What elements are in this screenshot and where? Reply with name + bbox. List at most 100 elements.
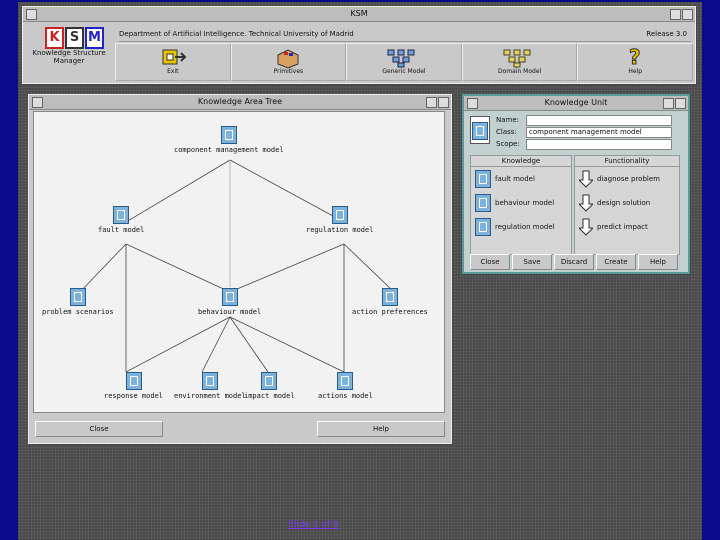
knowledge-unit-window: Knowledge Unit Name: Class: component ma… xyxy=(462,94,690,274)
kwin-discard-button[interactable]: Discard xyxy=(554,254,594,270)
functionality-item-label: design solution xyxy=(597,199,651,207)
main-toolbar: Exit Primitives Generic Model Domain Mod… xyxy=(115,43,693,81)
functionality-item-diagnose[interactable]: diagnose problem xyxy=(577,170,660,188)
tree-node-response[interactable]: response model xyxy=(104,372,163,400)
kwin-maximize-button[interactable] xyxy=(675,98,686,109)
main-window-title: KSM xyxy=(350,9,368,18)
tree-node-root[interactable]: component management model xyxy=(174,126,284,154)
ksm-logo: K S M Knowledge Structure Manager xyxy=(31,27,107,79)
tree-node-behaviour-label: behaviour model xyxy=(198,308,262,316)
primitives-button[interactable]: Primitives xyxy=(230,43,347,81)
window-menu-button[interactable] xyxy=(26,9,37,20)
knowledge-item-label: fault model xyxy=(495,175,535,183)
tree-canvas: component management model fault model r… xyxy=(33,111,445,413)
tree-node-behaviour[interactable]: behaviour model xyxy=(198,288,261,316)
knowledge-item-label: behaviour model xyxy=(495,199,555,207)
tree-node-action-preferences-label: action preferences xyxy=(352,308,428,316)
tree-node-regulation-label: regulation model xyxy=(306,226,374,234)
tree-button-row: Close Help xyxy=(33,421,447,437)
logo-letter-k: K xyxy=(45,27,64,49)
generic-model-label: Generic Model xyxy=(382,68,426,75)
department-label: Department of Artificial Intelligence. T… xyxy=(119,30,354,38)
functionality-item-label: predict impact xyxy=(597,223,648,231)
tree-node-impact[interactable]: impact model xyxy=(244,372,295,400)
kwin-help-button[interactable]: Help xyxy=(638,254,678,270)
node-icon xyxy=(220,126,237,144)
unit-cube-icon xyxy=(472,122,488,140)
knowledge-item-behaviour[interactable]: behaviour model xyxy=(475,194,554,212)
tree-maximize-button[interactable] xyxy=(438,97,449,108)
tree-node-impact-label: impact model xyxy=(244,392,295,400)
kwin-title: Knowledge Unit xyxy=(544,98,608,107)
tree-node-environment[interactable]: environment model xyxy=(174,372,246,400)
tree-node-regulation[interactable]: regulation model xyxy=(306,206,373,234)
exit-label: Exit xyxy=(167,68,179,75)
tree-node-problem-label: problem scenarios xyxy=(42,308,114,316)
class-label: Class: xyxy=(496,128,517,136)
generic-model-icon xyxy=(387,49,415,68)
tree-node-fault[interactable]: fault model xyxy=(98,206,144,234)
tree-node-fault-label: fault model xyxy=(98,226,145,234)
tree-node-actions-label: actions model xyxy=(318,392,373,400)
tree-help-button[interactable]: Help xyxy=(317,421,445,437)
tree-close-button[interactable]: Close xyxy=(35,421,163,437)
domain-model-icon xyxy=(503,49,531,68)
down-arrow-icon xyxy=(577,170,595,188)
tree-node-actions[interactable]: actions model xyxy=(318,372,373,400)
generic-model-button[interactable]: Generic Model xyxy=(346,43,462,81)
primitives-icon xyxy=(277,49,299,68)
node-icon xyxy=(381,288,398,306)
knowledge-item-regulation[interactable]: regulation model xyxy=(475,218,555,236)
minimize-button[interactable] xyxy=(670,9,681,20)
exit-button[interactable]: Exit xyxy=(115,43,231,81)
tree-node-root-label: component management model xyxy=(174,146,284,154)
name-field[interactable] xyxy=(526,115,672,126)
primitives-label: Primitives xyxy=(273,68,304,75)
help-icon: ? xyxy=(629,46,642,68)
node-icon xyxy=(261,372,278,390)
name-label: Name: xyxy=(496,116,520,124)
down-arrow-icon xyxy=(577,218,595,236)
maximize-button[interactable] xyxy=(682,9,693,20)
release-label: Release 3.0 xyxy=(646,30,687,38)
domain-model-button[interactable]: Domain Model xyxy=(461,43,578,81)
knowledge-area-tree-window: Knowledge Area Tree component management… xyxy=(28,94,452,444)
exit-icon xyxy=(162,49,187,65)
kwin-create-button[interactable]: Create xyxy=(596,254,636,270)
node-icon xyxy=(125,372,142,390)
knowledge-item-fault[interactable]: fault model xyxy=(475,170,535,188)
slide-link[interactable]: Slide 1 of 9 xyxy=(288,520,339,530)
kwin-save-button[interactable]: Save xyxy=(512,254,552,270)
logo-text: Knowledge Structure Manager xyxy=(32,49,106,65)
class-field[interactable]: component management model xyxy=(526,127,672,138)
functionality-item-design[interactable]: design solution xyxy=(577,194,651,212)
tree-node-response-label: response model xyxy=(104,392,164,400)
tree-node-problem[interactable]: problem scenarios xyxy=(42,288,114,316)
node-icon xyxy=(113,206,130,224)
svg-text:?: ? xyxy=(629,46,641,68)
scope-label: Scope: xyxy=(496,140,520,148)
node-icon xyxy=(475,218,491,236)
kwin-minimize-button[interactable] xyxy=(663,98,674,109)
kwin-close-button[interactable]: Close xyxy=(470,254,510,270)
functionality-item-predict[interactable]: predict impact xyxy=(577,218,648,236)
node-icon xyxy=(201,372,218,390)
domain-model-label: Domain Model xyxy=(497,68,542,75)
kwin-button-row: Close Save Discard Create Help xyxy=(470,254,678,270)
node-icon xyxy=(475,194,491,212)
tree-node-action-preferences[interactable]: action preferences xyxy=(352,288,428,316)
main-titlebar: KSM xyxy=(23,7,695,22)
functionality-header: Functionality xyxy=(575,156,679,167)
ksm-main-window: KSM K S M Knowledge Structure Manager De… xyxy=(22,6,696,84)
kwin-titlebar: Knowledge Unit xyxy=(464,96,688,111)
tree-minimize-button[interactable] xyxy=(426,97,437,108)
down-arrow-icon xyxy=(577,194,595,212)
node-icon xyxy=(337,372,354,390)
help-button[interactable]: ? Help xyxy=(577,43,693,81)
node-icon xyxy=(331,206,348,224)
kwin-window-menu-button[interactable] xyxy=(467,98,478,109)
knowledge-item-label: regulation model xyxy=(495,223,555,231)
tree-connections xyxy=(79,159,395,373)
tree-window-menu-button[interactable] xyxy=(32,97,43,108)
scope-field[interactable] xyxy=(526,139,672,150)
